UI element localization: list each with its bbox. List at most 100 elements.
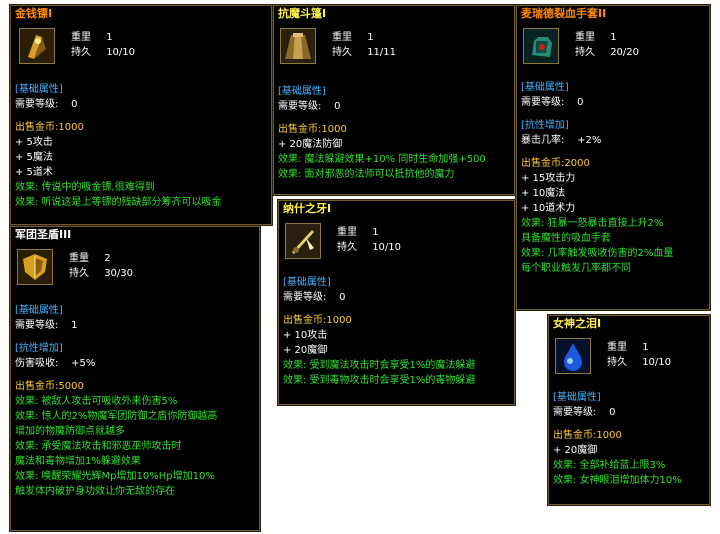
level-value: 0 [577, 97, 584, 108]
weight-label: 重里 [337, 227, 357, 238]
level-label: 需要等级: [278, 101, 322, 112]
price-value: 5000 [58, 381, 84, 392]
weight-label: 重量 [69, 253, 89, 264]
durability-value: 10/10 [372, 242, 402, 253]
base-attr-header: [基础属性] [283, 277, 331, 288]
price-label: 出售金币: [15, 122, 59, 133]
stat-line: + 5道术 [15, 167, 53, 178]
shield-icon [17, 249, 53, 285]
price-label: 出售金币: [15, 381, 59, 392]
effect-line: 效果: 面对邪恶的法师可以抵抗他的魔力 [278, 169, 455, 180]
price-value: 1000 [596, 430, 622, 441]
price-value: 1000 [58, 122, 84, 133]
resist-value: +2% [577, 135, 602, 146]
effect-line: 触发体内破护身功效让你无敌的存在 [15, 486, 175, 497]
effect-line: 效果: 受到毒物攻击时会享受1%的毒物躲避 [283, 375, 476, 386]
resist-label: 伤害吸收: [15, 358, 59, 369]
stat-line: + 10魔法 [521, 188, 566, 199]
durability-label: 持久 [69, 268, 89, 279]
durability-value: 10/10 [106, 47, 136, 58]
item-card-antimagic-cloak: 抗魔斗篷I 重里 1 持久 11/11 [基础属性] 需要等级: 0 出售金币:… [272, 4, 516, 196]
price-value: 1000 [321, 124, 347, 135]
stat-line: + 20魔法防御 [278, 139, 343, 150]
stat-line: + 10道术力 [521, 203, 576, 214]
item-title: 金钱镖I [15, 7, 53, 20]
durability-value: 20/20 [610, 47, 640, 58]
effect-line: 增加的物魔防御点就越多 [15, 426, 125, 437]
level-value: 0 [609, 407, 616, 418]
cloak-icon [280, 28, 316, 64]
effect-line: 每个职业触发几率都不同 [521, 263, 631, 274]
price-value: 2000 [564, 158, 590, 169]
durability-label: 持久 [337, 242, 357, 253]
durability-label: 持久 [71, 47, 91, 58]
base-attr-header: [基础属性] [553, 392, 601, 403]
fang-icon [285, 223, 321, 259]
level-value: 0 [334, 101, 341, 112]
price-label: 出售金币: [278, 124, 322, 135]
effect-line: 效果: 魔法躲避效果+10% 同时生命加强+500 [278, 154, 486, 165]
weight-value: 1 [367, 32, 374, 43]
stat-line: + 5魔法 [15, 152, 53, 163]
level-label: 需要等级: [553, 407, 597, 418]
weight-label: 重里 [71, 32, 91, 43]
item-title: 抗魔斗篷I [278, 7, 327, 20]
weight-value: 1 [610, 32, 617, 43]
dart-icon [19, 28, 55, 64]
effect-line: 效果: 几率触发吸收伤害的2%血量 [521, 248, 674, 259]
stat-line: + 15攻击力 [521, 173, 576, 184]
stat-line: + 20魔御 [283, 345, 328, 356]
effect-line: 效果: 唤醒荣耀光辉Mp增加10%Hp增加10% [15, 471, 215, 482]
weight-value: 2 [104, 253, 111, 264]
base-attr-header: [基础属性] [15, 84, 63, 95]
durability-value: 11/11 [367, 47, 397, 58]
gauntlet-icon [523, 28, 559, 64]
level-value: 0 [339, 292, 346, 303]
effect-line: 效果: 传说中的吸金镖,很难得到 [15, 182, 155, 193]
price-label: 出售金币: [521, 158, 565, 169]
effect-line: 效果: 惊人的2%物魔军团防御之盾你防御越高 [15, 411, 218, 422]
stat-line: + 20魔御 [553, 445, 598, 456]
effect-line: 效果: 狂暴一怒暴击直接上升2% [521, 218, 664, 229]
resist-value: +5% [71, 358, 96, 369]
price-value: 1000 [326, 315, 352, 326]
effect-line: 效果: 女神眼泪增加体力10% [553, 475, 682, 486]
durability-label: 持久 [575, 47, 595, 58]
item-title: 麦瑞德裂血手套II [521, 7, 607, 20]
price-label: 出售金币: [283, 315, 327, 326]
weight-label: 重里 [575, 32, 595, 43]
base-attr-header: [基础属性] [15, 305, 63, 316]
effect-line: 效果: 被敌人攻击可吸收外来伤害5% [15, 396, 178, 407]
effect-line: 效果: 听说这是上等镖的残缺部分筹齐可以吸金 [15, 197, 222, 208]
effect-line: 魔法和毒物增加1%躲避效果 [15, 456, 141, 467]
level-label: 需要等级: [15, 99, 59, 110]
item-title: 军团圣盾III [15, 228, 72, 241]
weight-value: 1 [106, 32, 113, 43]
level-label: 需要等级: [521, 97, 565, 108]
stat-line: + 10攻击 [283, 330, 328, 341]
level-label: 需要等级: [283, 292, 327, 303]
resist-header: [抗性增加] [521, 120, 569, 131]
durability-label: 持久 [607, 357, 627, 368]
level-value: 1 [71, 320, 78, 331]
level-label: 需要等级: [15, 320, 59, 331]
item-card-legion-shield: 军团圣盾III 重量 2 持久 30/30 [基础属性] 需要等级: 1 [抗性… [9, 225, 261, 532]
durability-value: 10/10 [642, 357, 672, 368]
item-card-nash-fang: 纳什之牙I 重里 1 持久 10/10 [基础属性] 需要等级: 0 出售金币:… [277, 199, 516, 406]
resist-label: 暴击几率: [521, 135, 565, 146]
effect-line: 具备魔性的吸血手套 [521, 233, 611, 244]
resist-header: [抗性增加] [15, 343, 63, 354]
weight-label: 重里 [607, 342, 627, 353]
item-title: 女神之泪I [553, 317, 602, 330]
item-card-golden-dart: 金钱镖I 重里 1 持久 10/10 [基础属性] 需要等级: 0 出售金币:1… [9, 4, 273, 226]
item-title: 纳什之牙I [283, 202, 332, 215]
item-card-goddess-tear: 女神之泪I 重里 1 持久 10/10 [基础属性] 需要等级: 0 出售金币:… [547, 314, 711, 506]
weight-value: 1 [642, 342, 649, 353]
effect-line: 效果: 受到魔法攻击时会享受1%的魔法躲避 [283, 360, 476, 371]
teardrop-icon [555, 338, 591, 374]
base-attr-header: [基础属性] [521, 82, 569, 93]
effect-line: 效果: 全部补给蓝上限3% [553, 460, 666, 471]
price-label: 出售金币: [553, 430, 597, 441]
weight-label: 重里 [332, 32, 352, 43]
item-card-blood-gauntlet: 麦瑞德裂血手套II 重里 1 持久 20/20 [基础属性] 需要等级: 0 [… [515, 4, 711, 311]
